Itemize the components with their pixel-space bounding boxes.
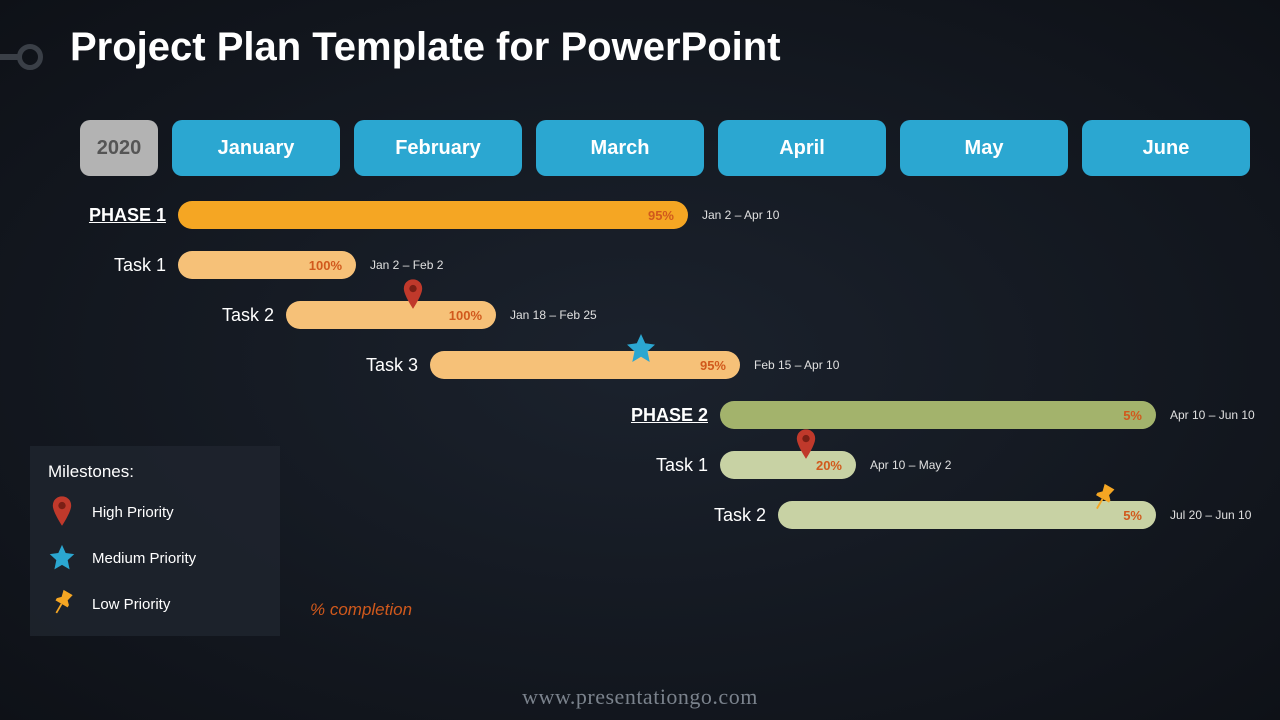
gantt-row: Task 25%Jul 20 – Jun 10: [778, 498, 1251, 532]
gantt-row: PHASE 25%Apr 10 – Jun 10: [720, 398, 1255, 432]
gantt-bar: 5%: [720, 401, 1156, 429]
gantt-row: Task 1100%Jan 2 – Feb 2: [178, 248, 443, 282]
percent-label: 95%: [648, 208, 674, 223]
gantt-bar: 95%: [178, 201, 688, 229]
gantt-bar: 100%: [178, 251, 356, 279]
gantt-bar: 95%: [430, 351, 740, 379]
pin-icon: [48, 496, 76, 528]
slide-title: Project Plan Template for PowerPoint: [70, 25, 781, 70]
tack-icon: [48, 588, 76, 620]
month-pill: May: [900, 120, 1068, 176]
legend-panel: Milestones: High Priority Medium Priorit…: [30, 446, 280, 636]
gantt-row: Task 395%Feb 15 – Apr 10: [430, 348, 839, 382]
date-range: Apr 10 – Jun 10: [1170, 408, 1255, 422]
date-range: Apr 10 – May 2: [870, 458, 951, 472]
star-icon: [625, 333, 657, 370]
date-range: Jan 2 – Feb 2: [370, 258, 443, 272]
title-decoration: [0, 44, 43, 70]
task-label: Task 1: [656, 455, 708, 476]
phase-label: PHASE 1: [89, 205, 166, 226]
percent-label: 95%: [700, 358, 726, 373]
year-pill: 2020: [80, 120, 158, 176]
date-range: Feb 15 – Apr 10: [754, 358, 839, 372]
month-pill: March: [536, 120, 704, 176]
pin-icon: [402, 279, 424, 316]
legend-item: Medium Priority: [48, 542, 262, 574]
task-label: Task 2: [222, 305, 274, 326]
legend-item: High Priority: [48, 496, 262, 528]
legend-label: High Priority: [92, 504, 174, 521]
percent-label: 5%: [1123, 508, 1142, 523]
legend-label: Low Priority: [92, 596, 170, 613]
phase-label: PHASE 2: [631, 405, 708, 426]
tack-icon: [1088, 483, 1118, 520]
legend-label: Medium Priority: [92, 550, 196, 567]
task-label: Task 2: [714, 505, 766, 526]
month-header: 2020 January February March April May Ju…: [80, 120, 1250, 176]
month-pill: January: [172, 120, 340, 176]
percent-label: 100%: [309, 258, 342, 273]
month-pill: April: [718, 120, 886, 176]
task-label: Task 1: [114, 255, 166, 276]
completion-note: % completion: [310, 600, 412, 620]
gantt-bar: 20%: [720, 451, 856, 479]
percent-label: 20%: [816, 458, 842, 473]
gantt-row: PHASE 195%Jan 2 – Apr 10: [178, 198, 779, 232]
date-range: Jan 2 – Apr 10: [702, 208, 779, 222]
month-pill: June: [1082, 120, 1250, 176]
task-label: Task 3: [366, 355, 418, 376]
month-pill: February: [354, 120, 522, 176]
pin-icon: [795, 429, 817, 466]
legend-title: Milestones:: [48, 462, 262, 482]
gantt-row: Task 120%Apr 10 – May 2: [720, 448, 951, 482]
gantt-bar: 5%: [778, 501, 1156, 529]
footer-url: www.presentationgo.com: [0, 684, 1280, 710]
date-range: Jan 18 – Feb 25: [510, 308, 597, 322]
gantt-bar: 100%: [286, 301, 496, 329]
legend-item: Low Priority: [48, 588, 262, 620]
percent-label: 100%: [449, 308, 482, 323]
percent-label: 5%: [1123, 408, 1142, 423]
gantt-row: Task 2100%Jan 18 – Feb 25: [286, 298, 597, 332]
star-icon: [48, 542, 76, 574]
date-range: Jul 20 – Jun 10: [1170, 508, 1251, 522]
